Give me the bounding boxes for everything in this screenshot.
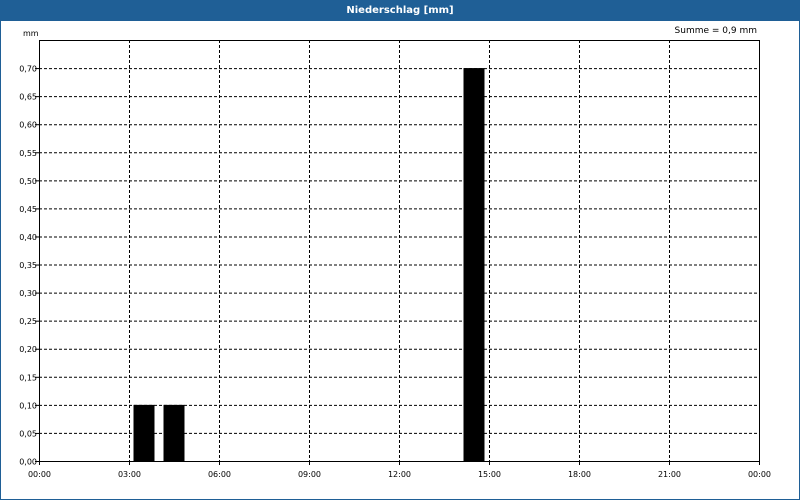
x-tick-time-label: 00:00 [28, 470, 51, 479]
precipitation-chart: 0,00 0,05 0,10 0,15 0,20 0,25 0,30 0,35 0,40 0,45… [19, 29, 771, 479]
x-tick-time-label: 00:00 [748, 470, 771, 479]
x-tick-time-label: 09:00 [298, 470, 321, 479]
y-tick-label: 0,20 [19, 345, 37, 354]
y-tick-label: 0,50 [19, 177, 37, 186]
x-tick-time-label: 12:00 [388, 470, 411, 479]
y-tick-label: 0,25 [19, 317, 37, 326]
x-tick-time-label: 15:00 [478, 470, 501, 479]
y-tick-label: 0,40 [19, 233, 37, 242]
bar [463, 68, 485, 462]
bar [133, 404, 155, 461]
y-tick-label: 0,10 [19, 401, 37, 410]
y-tick-label: 0,35 [19, 261, 37, 270]
x-tick-time-label: 06:00 [208, 470, 231, 479]
y-tick-label: 0,65 [19, 93, 37, 102]
y-tick-label: 0,70 [19, 65, 37, 74]
x-tick-time-label: 18:00 [568, 470, 591, 479]
y-tick-label: 0,00 [19, 458, 37, 467]
y-tick-label: 0,15 [19, 373, 37, 382]
y-tick-label: 0,05 [19, 429, 37, 438]
y-tick-label: 0,60 [19, 121, 37, 130]
x-tick-time-label: 03:00 [118, 470, 141, 479]
y-axis-unit-label: mm [23, 29, 39, 38]
y-tick-label: 0,45 [19, 205, 37, 214]
x-tick-time-label: 21:00 [658, 470, 681, 479]
chart-window: Niederschlag [mm] Summe = 0,9 mm 0,00 0,0… [0, 0, 800, 500]
y-tick-label: 0,55 [19, 149, 37, 158]
y-tick-label: 0,30 [19, 289, 37, 298]
bar [163, 404, 185, 461]
